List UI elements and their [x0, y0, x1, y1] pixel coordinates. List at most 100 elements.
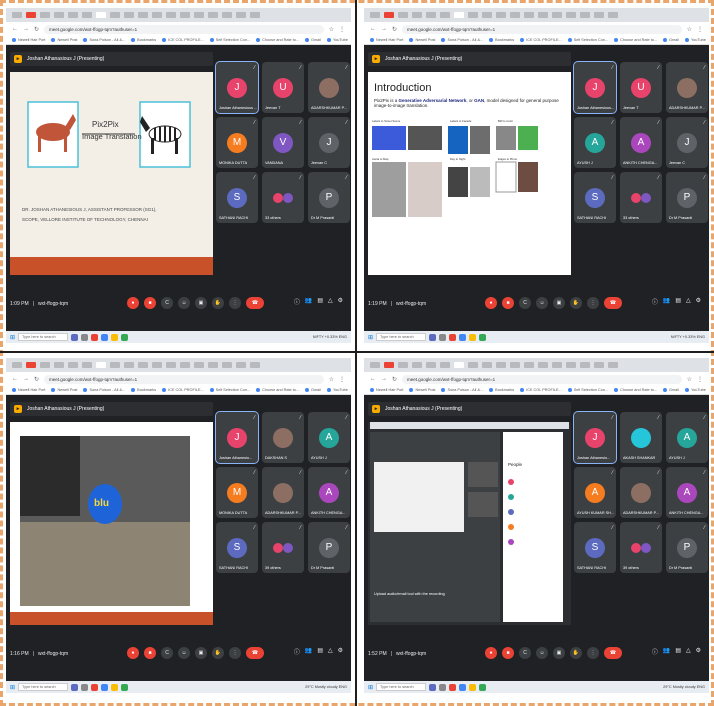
- browser-tab[interactable]: [510, 12, 520, 18]
- info-icon[interactable]: ⓘ: [652, 647, 658, 656]
- participant-tile[interactable]: ⁄ 39 others: [262, 522, 304, 573]
- reactions-icon[interactable]: ☺: [178, 647, 190, 659]
- browser-tab[interactable]: [194, 12, 204, 18]
- raise-hand-icon[interactable]: ✋: [212, 297, 224, 309]
- app-icon[interactable]: [449, 683, 457, 691]
- mic-icon[interactable]: ●: [127, 297, 139, 309]
- bookmark-item[interactable]: Newell Post: [51, 388, 77, 392]
- menu-icon[interactable]: ⋮: [339, 26, 345, 33]
- browser-tab[interactable]: [166, 362, 176, 368]
- url-field[interactable]: meet.google.com/wxt-ffogp-tqm?authuser=1: [44, 24, 324, 34]
- bookmark-item[interactable]: Choose and Rate to...: [614, 38, 657, 42]
- bookmark-item[interactable]: ICE COL PROFILE...: [520, 38, 562, 42]
- chat-icon[interactable]: ▤: [675, 647, 681, 656]
- browser-tab[interactable]: [250, 362, 260, 368]
- bookmark-item[interactable]: Gmail: [305, 38, 321, 42]
- browser-tab[interactable]: [222, 12, 232, 18]
- more-options-icon[interactable]: ⋮: [587, 297, 599, 309]
- participant-tile[interactable]: ⁄ DAKSHAN S: [262, 412, 304, 463]
- reload-icon[interactable]: ↻: [392, 26, 397, 33]
- browser-tab[interactable]: [124, 362, 134, 368]
- back-icon[interactable]: ←: [370, 26, 376, 32]
- browser-tab[interactable]: [454, 362, 464, 368]
- bookmark-item[interactable]: Newell Hair Port: [370, 388, 403, 392]
- app-icon[interactable]: [449, 333, 457, 341]
- browser-tab[interactable]: [566, 362, 576, 368]
- bookmark-item[interactable]: Self Selection Con...: [568, 38, 608, 42]
- forward-icon[interactable]: →: [381, 376, 387, 382]
- participant-tile[interactable]: J ⁄ Jeevan C: [308, 117, 350, 168]
- participant-tile[interactable]: A ⁄ AYUSH J: [666, 412, 708, 463]
- browser-tab[interactable]: [370, 362, 380, 368]
- browser-tab[interactable]: [510, 362, 520, 368]
- browser-tab[interactable]: [440, 362, 450, 368]
- browser-tab[interactable]: [12, 12, 22, 18]
- participant-tile[interactable]: J ⁄ Jeevan C: [666, 117, 708, 168]
- present-screen-icon[interactable]: ▣: [195, 647, 207, 659]
- bookmark-item[interactable]: Bookmarks: [489, 38, 514, 42]
- participant-tile[interactable]: ⁄ 33 others: [620, 172, 662, 223]
- forward-icon[interactable]: →: [23, 376, 29, 382]
- app-icon[interactable]: [459, 333, 467, 341]
- app-icon[interactable]: [71, 683, 79, 691]
- participant-tile[interactable]: J ⁄ Joshan Athanesious...: [573, 61, 617, 114]
- url-field[interactable]: meet.google.com/wxt-ffogp-tqm?authuser=1: [402, 374, 682, 384]
- host-controls-icon[interactable]: ⚙: [696, 297, 701, 306]
- app-icon[interactable]: [469, 683, 477, 691]
- activities-icon[interactable]: △: [686, 647, 691, 656]
- chat-icon[interactable]: ▤: [675, 297, 681, 306]
- participant-tile[interactable]: A ⁄ ANKITH CHENGA...: [308, 467, 350, 518]
- people-icon[interactable]: 👥: [305, 297, 312, 306]
- url-field[interactable]: meet.google.com/wxt-ffogp-tqm?authuser=1: [402, 24, 682, 34]
- browser-tab[interactable]: [398, 362, 408, 368]
- camera-icon[interactable]: ■: [144, 297, 156, 309]
- host-controls-icon[interactable]: ⚙: [338, 297, 343, 306]
- back-icon[interactable]: ←: [12, 376, 18, 382]
- browser-tab[interactable]: [236, 362, 246, 368]
- app-icon[interactable]: [111, 683, 119, 691]
- taskbar-search[interactable]: Type here to search: [376, 333, 427, 341]
- participant-tile[interactable]: ⁄ ADARSHKUMAR P...: [308, 62, 350, 113]
- app-icon[interactable]: [101, 683, 109, 691]
- app-icon[interactable]: [81, 333, 89, 341]
- bookmark-item[interactable]: Choose and Rate to...: [256, 388, 299, 392]
- bookmark-item[interactable]: Self Selection Con...: [568, 388, 608, 392]
- leave-call-icon[interactable]: ☎: [604, 297, 622, 309]
- browser-tab[interactable]: [594, 362, 604, 368]
- app-icon[interactable]: [479, 333, 487, 341]
- browser-tab[interactable]: [124, 12, 134, 18]
- app-icon[interactable]: [439, 683, 447, 691]
- bookmark-item[interactable]: Sona Poison - All &...: [441, 38, 483, 42]
- bookmark-item[interactable]: Sona Poison - All &...: [83, 388, 125, 392]
- browser-tab[interactable]: [208, 12, 218, 18]
- browser-tab[interactable]: [580, 12, 590, 18]
- taskbar-search[interactable]: Type here to search: [18, 683, 69, 691]
- host-controls-icon[interactable]: ⚙: [338, 647, 343, 656]
- back-icon[interactable]: ←: [370, 376, 376, 382]
- browser-tab[interactable]: [496, 362, 506, 368]
- reload-icon[interactable]: ↻: [392, 376, 397, 383]
- participant-tile[interactable]: J ⁄ Joshan Athanesio...: [573, 411, 617, 464]
- people-icon[interactable]: 👥: [305, 647, 312, 656]
- reactions-icon[interactable]: ☺: [536, 297, 548, 309]
- reactions-icon[interactable]: ☺: [178, 297, 190, 309]
- app-icon[interactable]: [429, 333, 437, 341]
- browser-tab[interactable]: [26, 362, 36, 368]
- menu-icon[interactable]: ⋮: [697, 26, 703, 33]
- browser-tab[interactable]: [82, 362, 92, 368]
- participant-tile[interactable]: J ⁄ Joshan Athanesious ...: [215, 61, 259, 114]
- present-screen-icon[interactable]: ▣: [195, 297, 207, 309]
- participant-tile[interactable]: ⁄ 39 others: [620, 522, 662, 573]
- browser-tab[interactable]: [426, 362, 436, 368]
- browser-tab[interactable]: [180, 362, 190, 368]
- browser-tab[interactable]: [236, 12, 246, 18]
- browser-tab[interactable]: [138, 12, 148, 18]
- browser-tab[interactable]: [208, 362, 218, 368]
- browser-tab[interactable]: [468, 12, 478, 18]
- bookmark-item[interactable]: Newell Post: [409, 388, 435, 392]
- people-icon[interactable]: 👥: [663, 647, 670, 656]
- browser-tab[interactable]: [152, 362, 162, 368]
- app-icon[interactable]: [91, 333, 99, 341]
- info-icon[interactable]: ⓘ: [294, 297, 300, 306]
- browser-tab[interactable]: [398, 12, 408, 18]
